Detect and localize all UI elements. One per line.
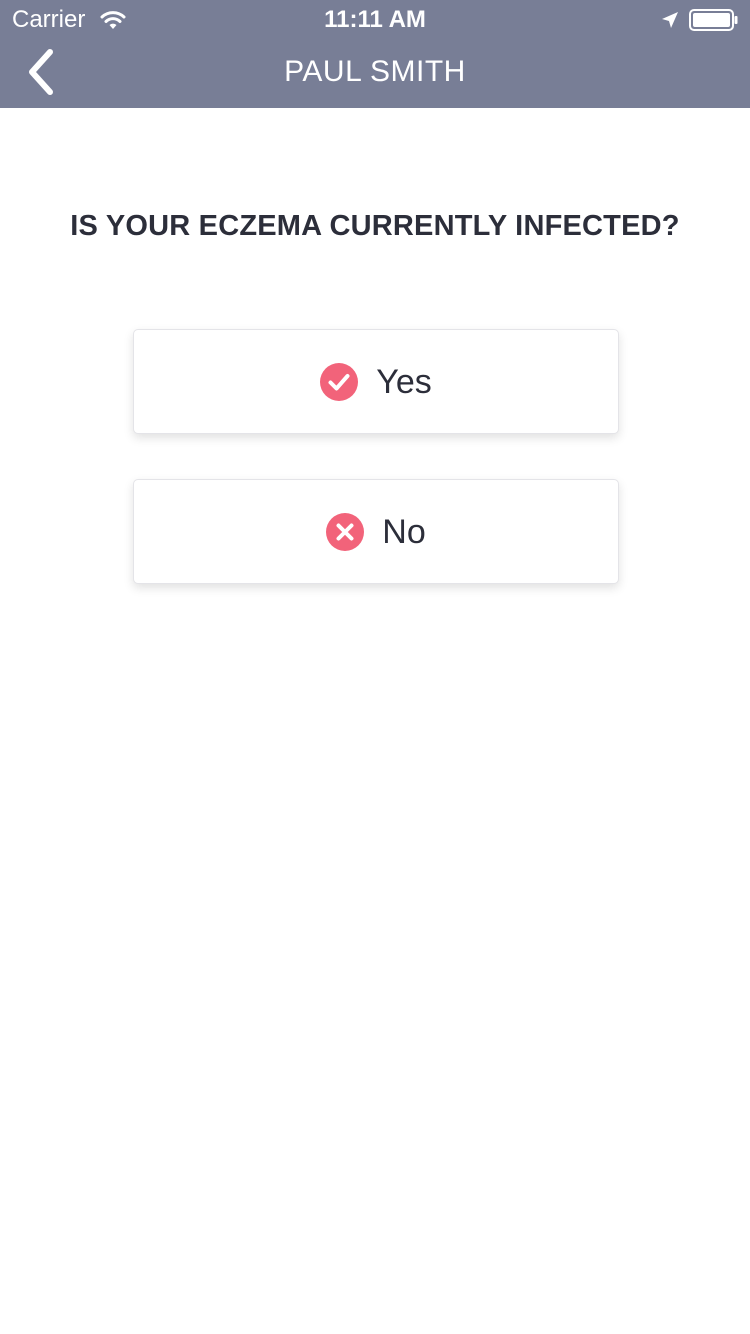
back-button[interactable] — [18, 44, 68, 100]
no-option-label: No — [382, 512, 426, 551]
yes-option-label: Yes — [376, 362, 432, 401]
question-text: IS YOUR ECZEMA CURRENTLY INFECTED? — [70, 210, 680, 242]
yes-option-button[interactable]: Yes — [133, 329, 619, 434]
clock: 11:11 AM — [324, 6, 426, 33]
location-arrow-icon — [660, 10, 680, 30]
page-title: PAUL SMITH — [284, 55, 466, 88]
top-bar: Carrier 11:11 AM PAUL SMITH — [0, 0, 750, 108]
status-bar: Carrier 11:11 AM — [0, 0, 750, 40]
close-circle-icon — [326, 512, 382, 551]
no-option-button[interactable]: No — [133, 479, 619, 584]
check-circle-icon — [320, 362, 376, 401]
navigation-bar: PAUL SMITH — [0, 40, 750, 108]
chevron-left-icon — [18, 44, 68, 100]
battery-icon — [689, 8, 739, 32]
survey-screen: Carrier 11:11 AM PAUL SMITH IS YOUR ECZE… — [0, 0, 750, 1334]
